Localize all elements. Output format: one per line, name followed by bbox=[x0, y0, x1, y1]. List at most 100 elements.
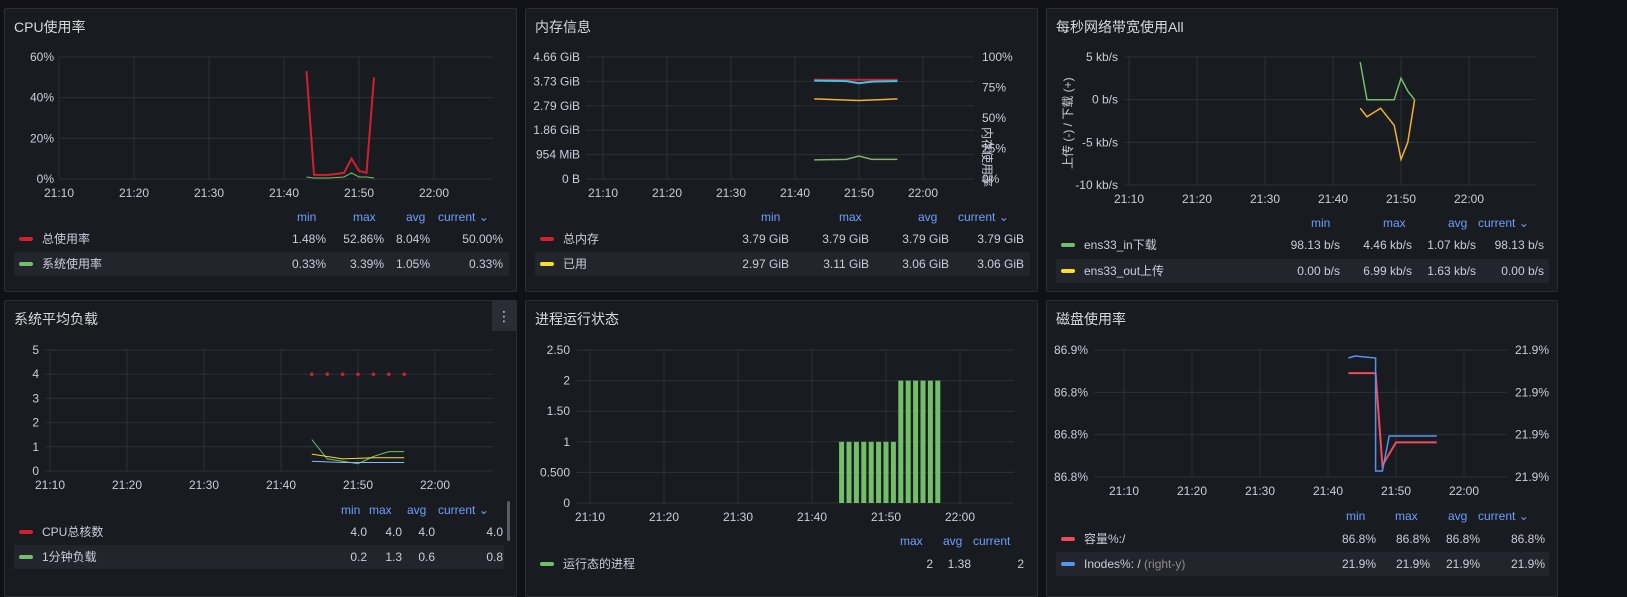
x-tick-label: 21:40 bbox=[780, 186, 810, 200]
y-tick-label: 0 B bbox=[562, 172, 580, 186]
x-tick-label: 22:00 bbox=[1449, 484, 1479, 498]
legend-current: 98.13 b/s bbox=[1494, 238, 1544, 252]
legend-header-min[interactable]: min bbox=[1346, 509, 1365, 523]
panel-memory: 内存信息 4.66 GiB 3.73 GiB 2.79 GiB 1.86 GiB 954… bbox=[525, 8, 1038, 292]
y2-tick-label: 100% bbox=[982, 50, 1013, 64]
legend-row[interactable]: Inodes%: / (right-y) 21.9% 21.9% 21.9% 2… bbox=[1056, 552, 1549, 576]
y-tick-label: 1 bbox=[32, 440, 39, 454]
legend-name: CPU总核数 bbox=[42, 525, 104, 539]
series-line-in bbox=[1359, 61, 1416, 101]
legend-row[interactable]: 总内存 3.79 GiB 3.79 GiB 3.79 GiB 3.79 GiB bbox=[535, 227, 1030, 251]
legend-max: 4.46 kb/s bbox=[1363, 238, 1412, 252]
legend-header-avg[interactable]: avg bbox=[406, 210, 425, 224]
legend-header-current[interactable]: current bbox=[973, 534, 1010, 548]
x-tick-label: 21:40 bbox=[797, 510, 827, 524]
chevron-down-icon: ⌄ bbox=[1518, 216, 1529, 230]
y-tick-label: 1 bbox=[563, 435, 570, 449]
legend-header-current[interactable]: current ⌄ bbox=[438, 210, 489, 224]
legend-scrollbar[interactable] bbox=[507, 501, 510, 541]
legend-row[interactable]: ens33_out上传 0.00 b/s 6.99 kb/s 1.63 kb/s… bbox=[1056, 259, 1549, 283]
legend-header-max[interactable]: max bbox=[839, 210, 862, 224]
legend-header-current[interactable]: current ⌄ bbox=[1478, 216, 1529, 230]
panel-cpu: CPU使用率 60% 40% 20% 0% 21:10 21:20 21:30 21:40 21… bbox=[4, 8, 517, 292]
legend-row[interactable]: 总使用率 1.48% 52.86% 8.04% 50.00% bbox=[14, 227, 509, 251]
legend-header-current[interactable]: current ⌄ bbox=[958, 210, 1009, 224]
legend-row[interactable]: 运行态的进程 2 1.38 2 bbox=[535, 552, 1025, 576]
y2-tick-label: 21.9% bbox=[1515, 428, 1549, 442]
legend-min: 0.33% bbox=[291, 257, 326, 271]
legend-header-min[interactable]: min bbox=[297, 210, 316, 224]
legend-row[interactable]: 系统使用率 0.33% 3.39% 1.05% 0.33% bbox=[14, 252, 509, 276]
series-point-cpu-cores bbox=[340, 372, 345, 376]
legend-swatch bbox=[540, 237, 554, 241]
legend-current: 50.00% bbox=[462, 232, 503, 246]
legend-current: 3.79 GiB bbox=[977, 232, 1024, 246]
y-tick-label: 1.86 GiB bbox=[533, 123, 580, 137]
panel-load: 系统平均负载 ⋮ 5 4 3 2 1 0 21:10 21:20 21:30 21:40 21:50… bbox=[4, 300, 517, 597]
chevron-down-icon: ⌄ bbox=[478, 210, 489, 224]
legend-header-min[interactable]: min bbox=[341, 503, 360, 517]
series-line-used bbox=[814, 98, 898, 102]
legend-swatch bbox=[1061, 562, 1075, 566]
legend-row[interactable]: 已用 2.97 GiB 3.11 GiB 3.06 GiB 3.06 GiB bbox=[535, 252, 1030, 276]
legend-header-avg[interactable]: avg bbox=[943, 534, 962, 548]
y-tick-label: 954 MiB bbox=[536, 148, 580, 162]
legend-header-avg[interactable]: avg bbox=[1448, 216, 1467, 230]
bar bbox=[868, 441, 874, 503]
legend-swatch bbox=[19, 555, 33, 559]
legend-row[interactable]: 容量%:/ 86.8% 86.8% 86.8% 86.8% bbox=[1056, 527, 1549, 551]
legend-avg: 1.38 bbox=[947, 557, 971, 571]
x-tick-label: 21:10 bbox=[588, 186, 618, 200]
legend-name: 系统使用率 bbox=[42, 257, 103, 271]
bar bbox=[898, 380, 904, 503]
legend-header-max[interactable]: max bbox=[900, 534, 923, 548]
series-point-cpu-cores bbox=[387, 372, 391, 376]
legend-avg: 1.07 kb/s bbox=[1427, 238, 1476, 252]
network-chart: 5 kb/s 0 b/s -5 kb/s -10 kb/s21:10 21:20 21:3… bbox=[1075, 50, 1535, 206]
legend-swatch bbox=[540, 562, 554, 566]
legend-name: Inodes%: / (right-y) bbox=[1084, 552, 1185, 576]
series-line-free bbox=[814, 155, 898, 161]
bar bbox=[905, 380, 911, 503]
legend-header-min[interactable]: min bbox=[761, 210, 780, 224]
x-tick-label: 21:50 bbox=[343, 478, 373, 492]
legend-header-max[interactable]: max bbox=[353, 210, 376, 224]
legend-row[interactable]: CPU总核数 4.0 4.0 4.0 4.0 bbox=[14, 520, 504, 544]
legend-min: 1.48% bbox=[291, 232, 326, 246]
y-tick-label: -5 kb/s bbox=[1082, 135, 1118, 149]
chevron-down-icon: ⌄ bbox=[1518, 509, 1529, 523]
legend-header-avg[interactable]: avg bbox=[407, 503, 426, 517]
series-point-cpu-cores bbox=[310, 372, 314, 376]
legend-avg: 21.9% bbox=[1445, 557, 1480, 571]
x-tick-label: 21:40 bbox=[1313, 484, 1343, 498]
x-tick-label: 21:10 bbox=[575, 510, 605, 524]
y-axis-label: 上传 (-) / 下载 (+) bbox=[1061, 77, 1075, 169]
legend-header-min[interactable]: min bbox=[1311, 216, 1330, 230]
legend-header-max[interactable]: max bbox=[369, 503, 392, 517]
legend-header-current-label: current bbox=[1478, 216, 1516, 230]
x-tick-label: 21:10 bbox=[44, 186, 74, 200]
series-line-out bbox=[1359, 99, 1416, 163]
x-tick-label: 22:00 bbox=[945, 510, 975, 524]
legend-header-current[interactable]: current ⌄ bbox=[438, 503, 489, 517]
y-tick-label: 2 bbox=[32, 416, 39, 430]
legend-row[interactable]: 1分钟负载 0.2 1.3 0.6 0.8 bbox=[14, 545, 504, 569]
y-tick-label: 86.9% bbox=[1054, 343, 1088, 357]
y-tick-label: 2.79 GiB bbox=[533, 99, 580, 113]
bar bbox=[935, 380, 941, 503]
legend-min: 0.2 bbox=[350, 550, 367, 564]
x-tick-label: 21:20 bbox=[652, 186, 682, 200]
legend-header-current[interactable]: current ⌄ bbox=[1478, 509, 1529, 523]
bar bbox=[913, 380, 919, 503]
legend-header-avg[interactable]: avg bbox=[1448, 509, 1467, 523]
legend-row[interactable]: ens33_in下载 98.13 b/s 4.46 kb/s 1.07 kb/s… bbox=[1056, 233, 1549, 257]
bar bbox=[839, 441, 845, 503]
legend-current: 0.33% bbox=[468, 257, 503, 271]
y-tick-label: 0 b/s bbox=[1092, 93, 1118, 107]
series-point-cpu-cores bbox=[356, 372, 360, 376]
y-tick-label: 0 bbox=[563, 496, 570, 510]
legend-avg: 1.05% bbox=[395, 257, 430, 271]
legend-header-max[interactable]: max bbox=[1395, 509, 1418, 523]
legend-header-avg[interactable]: avg bbox=[918, 210, 937, 224]
legend-header-max[interactable]: max bbox=[1383, 216, 1406, 230]
